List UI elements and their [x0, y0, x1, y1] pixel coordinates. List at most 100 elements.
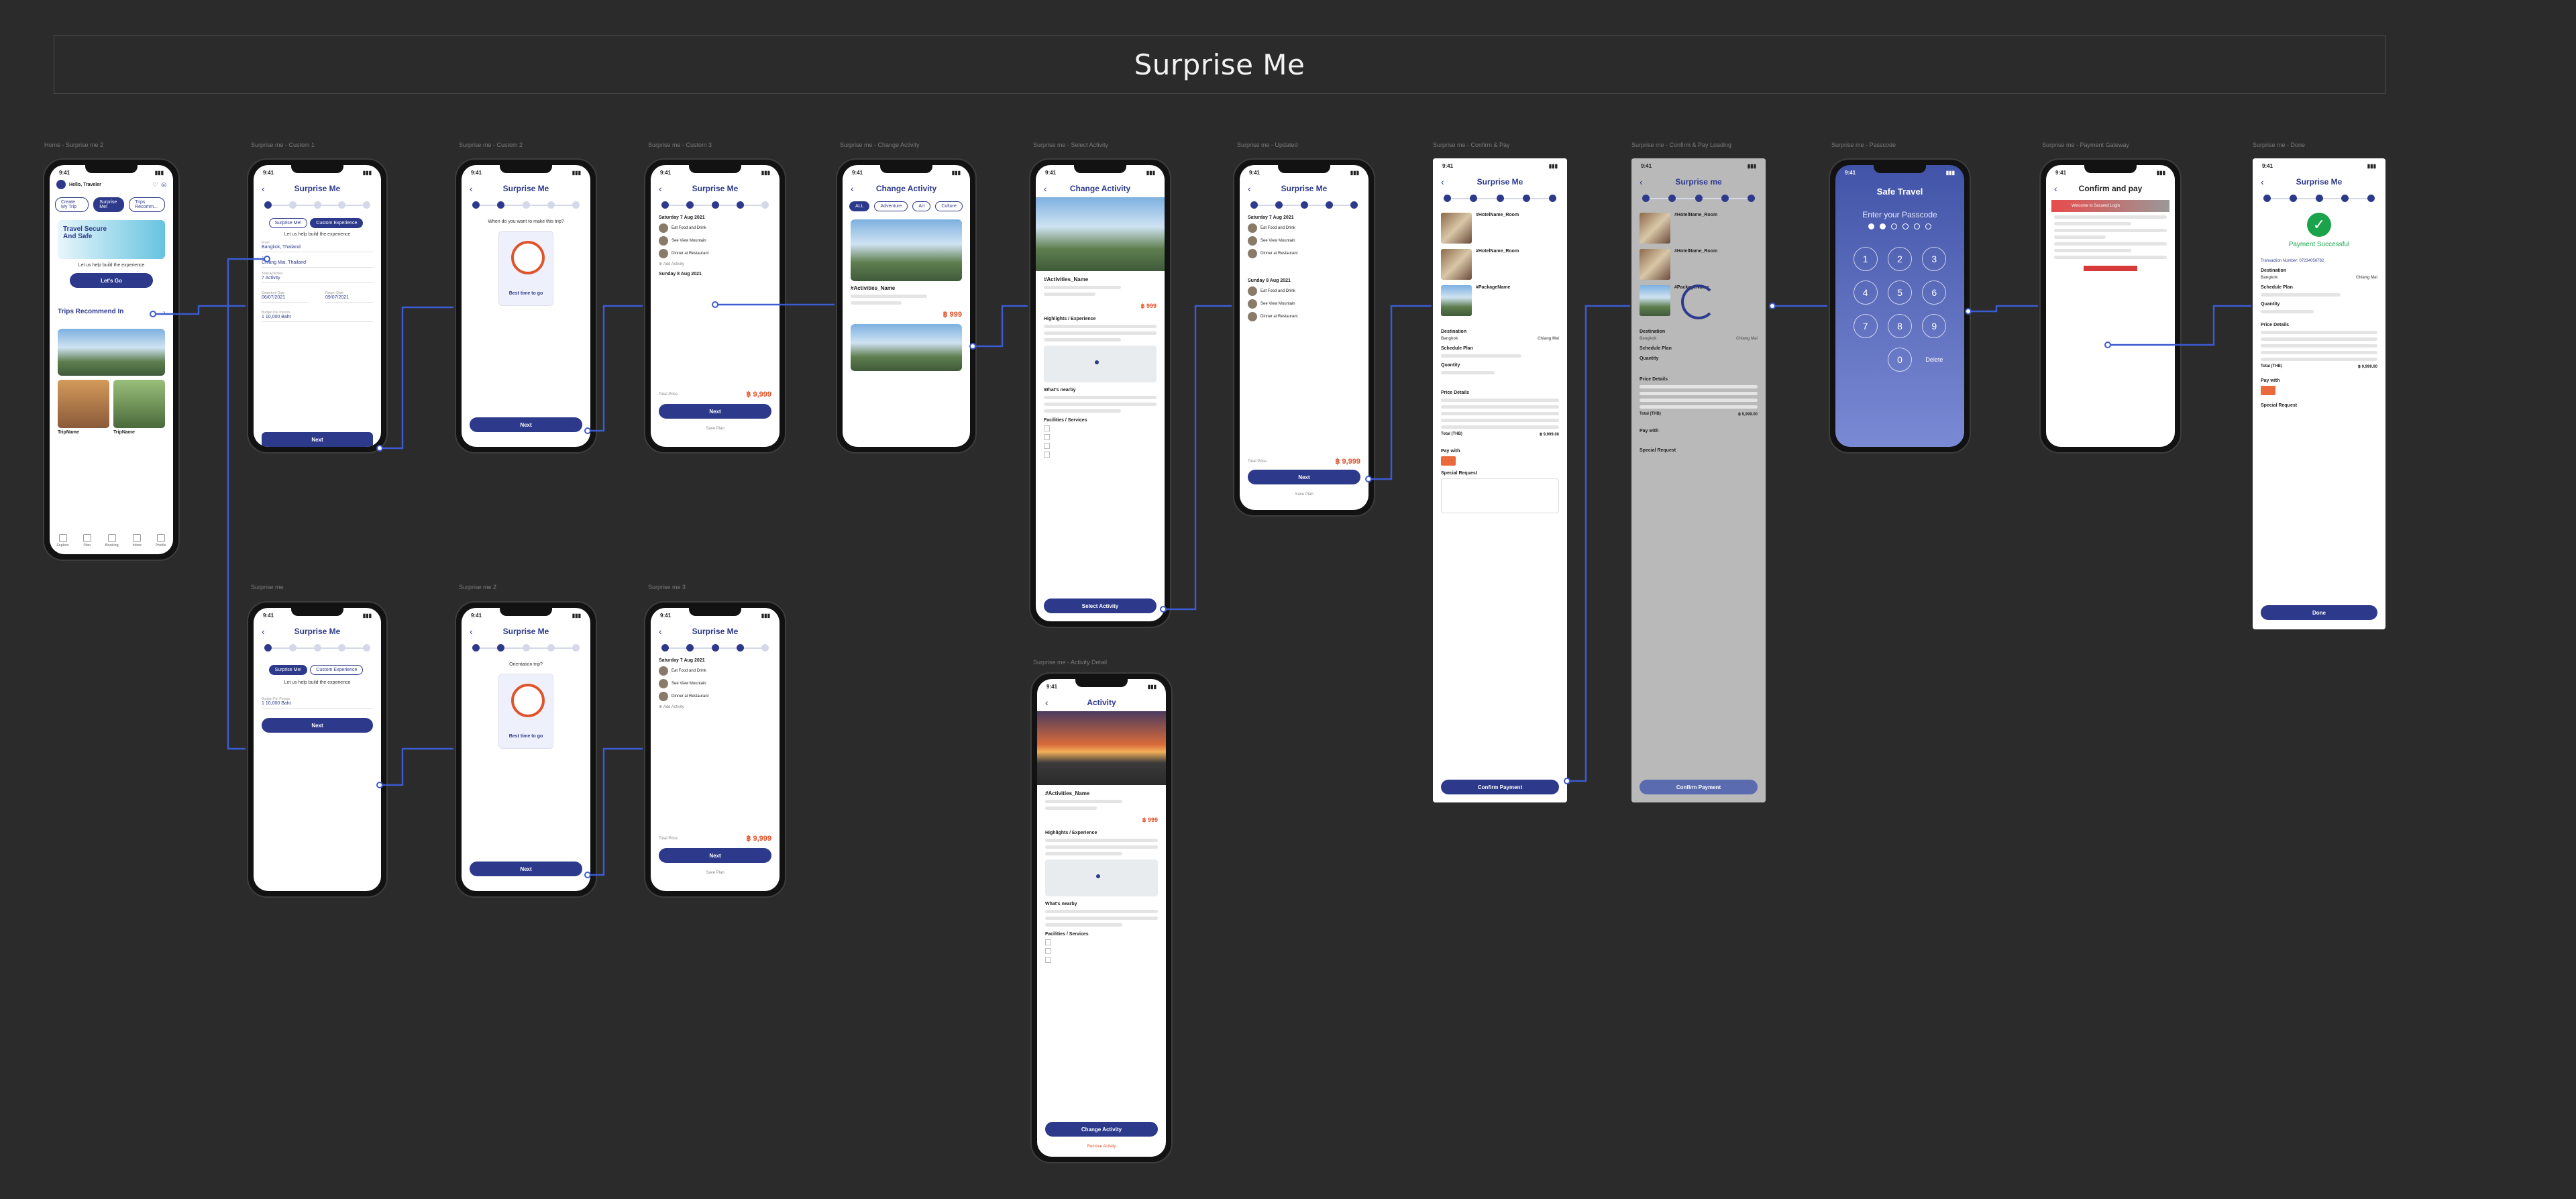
add-activity-button[interactable]: ⊕ Add Activity: [659, 262, 771, 267]
key-2[interactable]: 2: [1887, 247, 1912, 271]
back-icon[interactable]: ‹: [1044, 183, 1047, 194]
itinerary-item[interactable]: See View Mountain: [659, 679, 771, 688]
tab-create-trip[interactable]: Create My Trip: [55, 197, 89, 212]
back-icon[interactable]: ‹: [851, 183, 854, 194]
next-button[interactable]: Next: [470, 862, 582, 876]
done-button[interactable]: Done: [2261, 605, 2377, 620]
tab-profile[interactable]: Profile: [156, 534, 166, 548]
back-icon[interactable]: ‹: [659, 626, 662, 637]
build-text: Let us help build the experience: [78, 263, 145, 268]
mode-surprise[interactable]: Surprise Me!: [268, 665, 308, 675]
from-field[interactable]: From Bangkok, Thailand: [262, 241, 373, 252]
itinerary-item[interactable]: Dinner at Restaurant: [1248, 312, 1360, 321]
back-icon[interactable]: ‹: [1248, 183, 1251, 194]
frame-label: Surprise me - Change Activity: [840, 142, 920, 148]
brand-logo: Safe Travel: [1876, 187, 1923, 197]
map-view[interactable]: [1044, 346, 1157, 382]
back-icon[interactable]: ‹: [470, 183, 473, 194]
key-7[interactable]: 7: [1853, 314, 1878, 338]
next-button[interactable]: Next: [262, 718, 373, 733]
activity-image[interactable]: [851, 219, 962, 281]
trip-card-name: TripName: [58, 430, 79, 435]
key-3[interactable]: 3: [1922, 247, 1947, 271]
delete-button[interactable]: Delete: [1922, 348, 1947, 372]
filter-tag[interactable]: Art: [912, 201, 931, 211]
itinerary-item[interactable]: See View Mountain: [659, 236, 771, 246]
itinerary-item[interactable]: Eat Food and Drink: [659, 223, 771, 233]
trip-card-image[interactable]: [113, 380, 165, 428]
mode-surprise[interactable]: Surprise Me!: [268, 218, 308, 228]
key-5[interactable]: 5: [1887, 280, 1912, 305]
save-plan-link[interactable]: Save Plan: [651, 427, 780, 431]
next-button[interactable]: Next: [659, 848, 771, 863]
avatar[interactable]: [56, 180, 66, 189]
best-time-card[interactable]: Best time to go: [498, 231, 553, 306]
tab-inbox[interactable]: Inbox: [133, 534, 142, 548]
select-activity-button[interactable]: Select Activity: [1044, 598, 1157, 613]
heart-icon[interactable]: ♡: [152, 181, 158, 189]
key-9[interactable]: 9: [1922, 314, 1947, 338]
next-button[interactable]: Next: [470, 417, 582, 432]
trip-hero-image[interactable]: [58, 329, 165, 376]
itinerary-item[interactable]: Dinner at Restaurant: [659, 249, 771, 258]
itinerary-item[interactable]: Eat Food and Drink: [1248, 223, 1360, 233]
next-button[interactable]: Next: [262, 432, 373, 447]
itinerary-item[interactable]: Dinner at Restaurant: [1248, 249, 1360, 258]
frame-label: Surprise me - Select Activity: [1033, 142, 1109, 148]
tab-surprise-me[interactable]: Surprise Me!: [93, 197, 125, 212]
itinerary-item[interactable]: Eat Food and Drink: [659, 666, 771, 676]
return-date-field[interactable]: Return Date 09/07/2021: [325, 291, 373, 303]
back-icon[interactable]: ‹: [1441, 176, 1444, 187]
change-activity-button[interactable]: Change Activity: [1045, 1122, 1158, 1137]
mode-custom[interactable]: Custom Experience: [310, 218, 364, 228]
depart-date-field[interactable]: Departure Date 06/07/2021: [262, 291, 309, 303]
back-icon[interactable]: ‹: [470, 626, 473, 637]
filter-tag[interactable]: Adventure: [874, 201, 908, 211]
bank-submit-button[interactable]: [2084, 266, 2137, 271]
next-button[interactable]: Next: [659, 404, 771, 419]
mastercard-icon: [2261, 386, 2275, 395]
activity-image[interactable]: [851, 324, 962, 371]
add-activity-button[interactable]: ⊕ Add Activity: [659, 705, 771, 710]
key-6[interactable]: 6: [1922, 280, 1947, 305]
promo-banner[interactable]: Travel Secure And Safe: [58, 220, 165, 259]
back-icon[interactable]: ‹: [262, 183, 265, 194]
bank-banner: Welcome to Secured Login: [2051, 200, 2169, 212]
tab-explore[interactable]: Explore: [56, 534, 69, 548]
key-4[interactable]: 4: [1853, 280, 1878, 305]
to-field[interactable]: To Chiang Mai, Thailand: [262, 256, 373, 268]
confirm-payment-button[interactable]: Confirm Payment: [1441, 780, 1559, 794]
back-icon[interactable]: ‹: [1045, 697, 1049, 708]
board-title: Surprise Me: [1134, 48, 1305, 81]
tab-booking[interactable]: Booking: [105, 534, 119, 548]
key-8[interactable]: 8: [1887, 314, 1912, 338]
chevron-right-icon[interactable]: ›: [163, 309, 165, 315]
activities-field[interactable]: Total Activities 7 Activity: [262, 272, 373, 283]
tab-plan[interactable]: Plan: [83, 534, 91, 548]
lets-go-button[interactable]: Let's Go: [70, 273, 153, 288]
itinerary-item[interactable]: See View Mountain: [1248, 236, 1360, 246]
back-icon[interactable]: ‹: [2054, 183, 2057, 194]
back-icon[interactable]: ‹: [659, 183, 662, 194]
mode-custom[interactable]: Custom Experience: [310, 665, 364, 675]
next-button[interactable]: Next: [1248, 470, 1360, 484]
mastercard-icon[interactable]: [1441, 456, 1456, 466]
trip-card-image[interactable]: [58, 380, 109, 428]
special-request-input[interactable]: [1441, 478, 1559, 513]
back-icon[interactable]: ‹: [262, 626, 265, 637]
itinerary-item[interactable]: Dinner at Restaurant: [659, 692, 771, 701]
remove-activity-link[interactable]: Remove Activity: [1037, 1145, 1166, 1149]
back-icon[interactable]: ‹: [2261, 176, 2264, 187]
key-1[interactable]: 1: [1853, 247, 1878, 271]
map-view[interactable]: [1045, 859, 1158, 896]
key-0[interactable]: 0: [1887, 348, 1912, 372]
orientation-card[interactable]: Best time to go: [498, 674, 553, 749]
filter-tag[interactable]: Culture: [935, 201, 963, 211]
budget-field[interactable]: Budget Per Person 1 10,000 Baht: [262, 697, 373, 709]
budget-field[interactable]: Budget Per Person 1 10,000 Baht: [262, 311, 373, 322]
itinerary-item[interactable]: See View Mountain: [1248, 299, 1360, 309]
filter-tag[interactable]: ALL: [849, 201, 870, 211]
itinerary-item[interactable]: Eat Food and Drink: [1248, 286, 1360, 296]
tab-trips-recommend[interactable]: Trips Recomm...: [129, 197, 165, 212]
bell-icon[interactable]: ◎: [161, 181, 166, 189]
